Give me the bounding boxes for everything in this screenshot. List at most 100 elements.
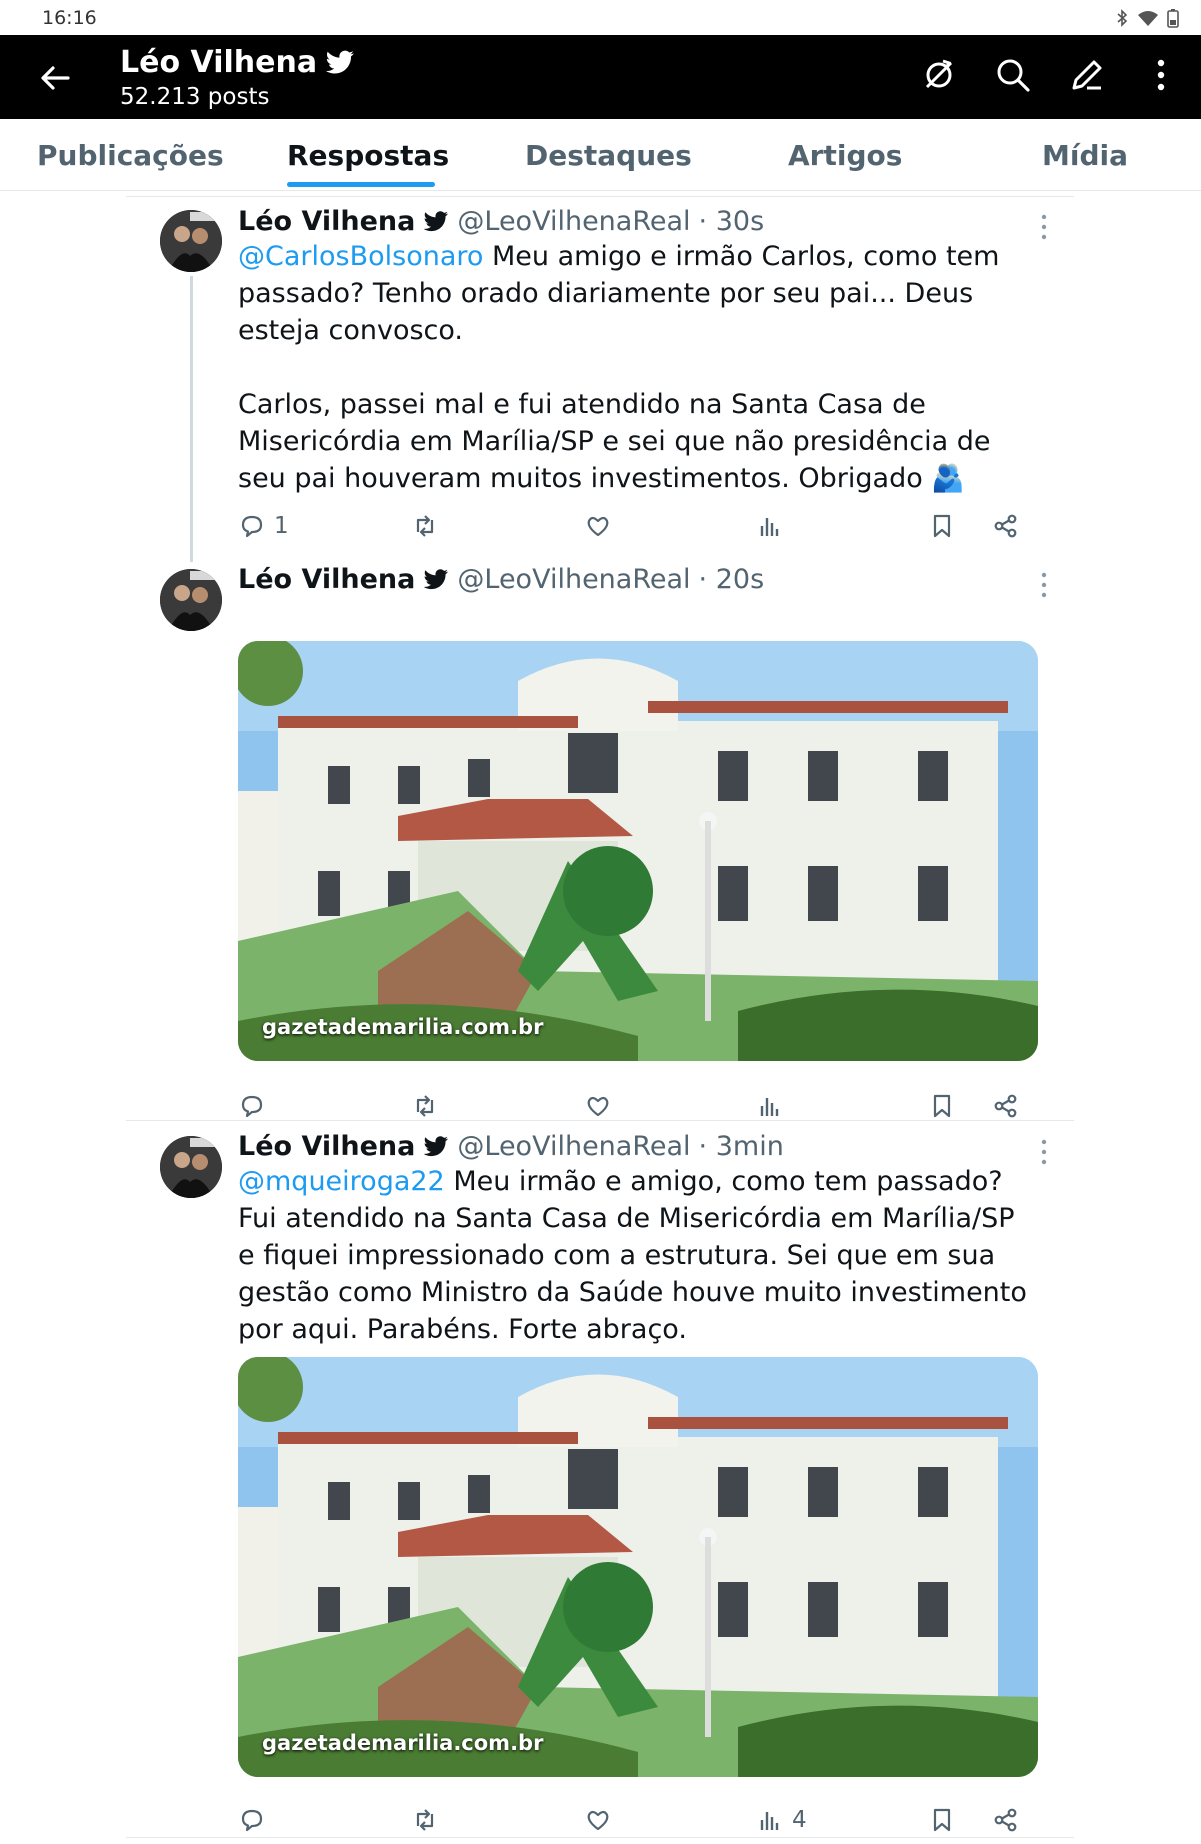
share-icon — [994, 514, 1017, 538]
share-icon — [994, 1808, 1017, 1832]
share-button[interactable] — [992, 1806, 1020, 1834]
profile-title: Léo Vilhena 52.213 posts — [120, 45, 355, 110]
image-watermark: gazetademarilia.com.br — [262, 1731, 544, 1755]
bluetooth-icon — [1117, 8, 1128, 27]
twitter-bird-icon — [325, 50, 354, 73]
tweet-time: · 30s — [698, 206, 765, 237]
more-options-icon[interactable] — [1040, 1139, 1048, 1165]
active-tab-indicator — [287, 182, 435, 187]
views-count: 4 — [792, 1807, 807, 1833]
author-name[interactable]: Léo Vilhena — [238, 564, 415, 595]
views-icon — [760, 1812, 779, 1830]
bookmark-button[interactable] — [928, 1806, 956, 1834]
repost-icon — [416, 1809, 434, 1831]
tweet-actions: 1 — [238, 512, 1020, 548]
mention-link[interactable]: @mqueiroga22 — [238, 1166, 445, 1197]
author-handle[interactable]: @LeoVilhenaReal — [457, 564, 690, 595]
divider — [126, 196, 1074, 197]
like-button[interactable] — [584, 512, 612, 540]
tweet-body: @mqueiroga22 Meu irmão e amigo, como tem… — [238, 1163, 1038, 1348]
more-options-icon[interactable] — [1040, 214, 1048, 240]
avatar[interactable] — [160, 210, 222, 272]
repost-button[interactable] — [411, 1806, 439, 1834]
profile-name-row: Léo Vilhena — [120, 45, 355, 80]
divider — [126, 1837, 1074, 1838]
hospital-building-photo — [238, 1357, 1038, 1777]
share-button[interactable] — [992, 512, 1020, 540]
tweet-image[interactable]: gazetademarilia.com.br — [238, 1357, 1038, 1777]
avatar[interactable] — [160, 1136, 222, 1198]
tab-respostas[interactable]: Respostas — [287, 139, 449, 172]
repost-button[interactable] — [411, 1092, 439, 1120]
tweet-header: Léo Vilhena @LeoVilhenaReal · 3min — [238, 1131, 784, 1162]
share-icon — [994, 1094, 1017, 1118]
bookmark-button[interactable] — [928, 1092, 956, 1120]
repost-button[interactable] — [411, 512, 439, 540]
heart-icon — [587, 516, 609, 537]
repost-icon — [416, 1095, 434, 1117]
header-actions — [919, 55, 1181, 95]
twitter-bird-icon — [424, 1135, 449, 1156]
views-icon — [760, 1098, 779, 1116]
share-button[interactable] — [992, 1092, 1020, 1120]
reply-button[interactable] — [238, 1092, 274, 1120]
like-button[interactable] — [584, 1806, 612, 1834]
reply-button[interactable] — [238, 1806, 274, 1834]
heart-icon — [587, 1096, 609, 1117]
tab-midia[interactable]: Mídia — [1042, 139, 1128, 172]
search-icon[interactable] — [993, 55, 1033, 95]
bookmark-icon — [933, 514, 951, 538]
tweet-time: · 3min — [698, 1131, 784, 1162]
status-time: 16:16 — [42, 6, 97, 29]
bookmark-icon — [933, 1094, 951, 1118]
tweet-time: · 20s — [698, 564, 765, 595]
profile-post-count: 52.213 posts — [120, 84, 270, 110]
reply-icon — [241, 1095, 263, 1118]
profile-tabs: Publicações Respostas Destaques Artigos … — [0, 119, 1201, 191]
author-name[interactable]: Léo Vilhena — [238, 206, 415, 237]
more-options-icon[interactable] — [1040, 572, 1048, 598]
author-handle[interactable]: @LeoVilhenaReal — [457, 1131, 690, 1162]
profile-header: Léo Vilhena 52.213 posts — [0, 35, 1201, 119]
reply-icon — [241, 1809, 263, 1832]
compose-icon[interactable] — [1067, 55, 1107, 95]
battery-icon — [1167, 8, 1179, 28]
repost-icon — [416, 515, 434, 537]
twitter-bird-icon — [424, 568, 449, 589]
thread-connector — [190, 276, 193, 562]
reply-button[interactable]: 1 — [238, 512, 289, 540]
views-button[interactable] — [756, 1092, 792, 1120]
image-watermark: gazetademarilia.com.br — [262, 1015, 544, 1039]
avatar[interactable] — [160, 569, 222, 631]
views-button[interactable]: 4 — [756, 1806, 807, 1834]
tweet-actions — [238, 1092, 1020, 1128]
tab-publicacoes[interactable]: Publicações — [37, 139, 224, 172]
no-sync-icon[interactable] — [919, 55, 959, 95]
status-icons — [1115, 8, 1179, 28]
twitter-bird-icon — [424, 210, 449, 231]
tweet-header: Léo Vilhena @LeoVilhenaReal · 30s — [238, 206, 764, 237]
mention-link[interactable]: @CarlosBolsonaro — [238, 241, 483, 272]
author-handle[interactable]: @LeoVilhenaReal — [457, 206, 690, 237]
tab-artigos[interactable]: Artigos — [788, 139, 902, 172]
status-bar: 16:16 — [0, 0, 1201, 35]
views-icon — [760, 518, 779, 536]
profile-name: Léo Vilhena — [120, 45, 318, 80]
arrow-left-icon[interactable] — [38, 61, 72, 95]
bookmark-button[interactable] — [928, 512, 956, 540]
tab-destaques[interactable]: Destaques — [525, 139, 692, 172]
heart-icon — [587, 1810, 609, 1831]
tweet-header: Léo Vilhena @LeoVilhenaReal · 20s — [238, 564, 764, 595]
more-vertical-icon[interactable] — [1141, 55, 1181, 95]
tweet-image[interactable]: gazetademarilia.com.br — [238, 641, 1038, 1061]
like-button[interactable] — [584, 1092, 612, 1120]
views-button[interactable] — [756, 512, 792, 540]
tweet-text: Meu amigo e irmão Carlos, como tem passa… — [238, 241, 1000, 494]
divider — [126, 1120, 1074, 1121]
tweet-body: @CarlosBolsonaro Meu amigo e irmão Carlo… — [238, 238, 1038, 497]
author-name[interactable]: Léo Vilhena — [238, 1131, 415, 1162]
bookmark-icon — [933, 1808, 951, 1832]
replies-timeline: Léo Vilhena @LeoVilhenaReal · 30s @Carlo… — [0, 192, 1201, 1844]
reply-icon — [241, 515, 263, 538]
wifi-icon — [1138, 10, 1158, 26]
